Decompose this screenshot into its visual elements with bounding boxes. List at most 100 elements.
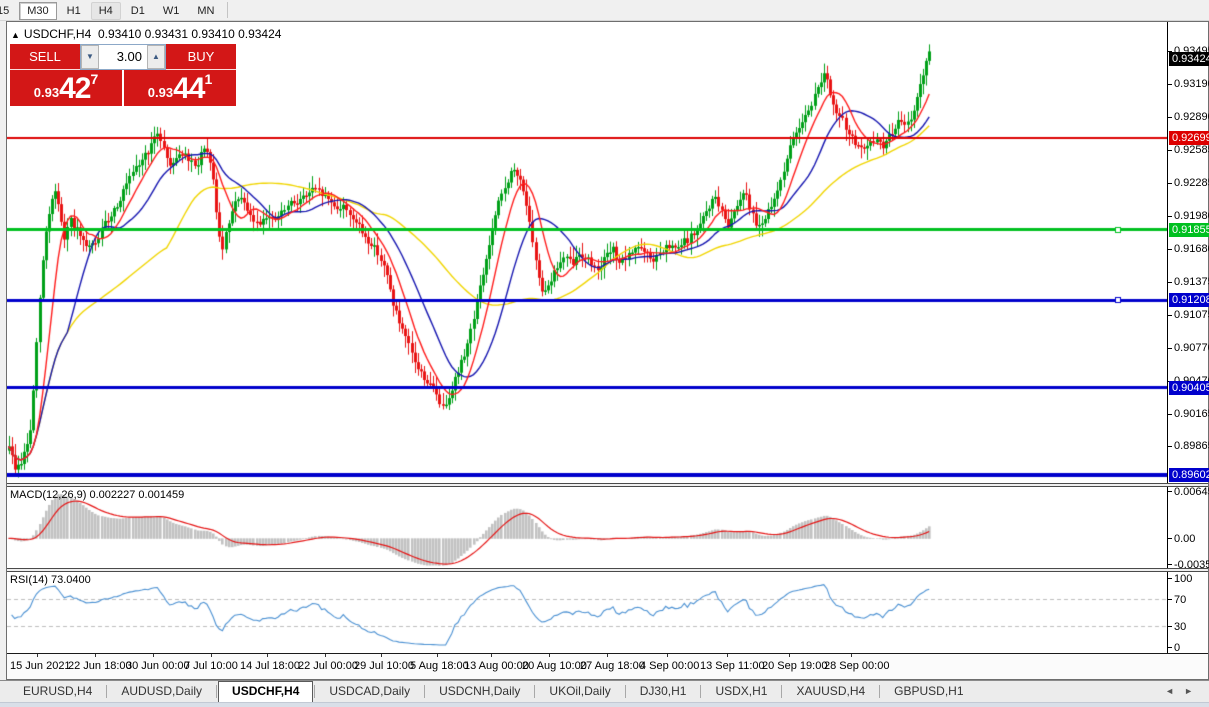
price-tick	[1168, 446, 1172, 447]
volume-increase-icon[interactable]: ▲	[147, 45, 165, 69]
collapse-arrow-icon[interactable]: ▲	[11, 30, 20, 40]
buy-price-point: 1	[204, 72, 212, 86]
macd-axis: 0.0064510.00-0.00350	[1167, 487, 1208, 568]
price-label: 0.90165	[1174, 408, 1209, 421]
main-chart-plot: ▲USDCHF,H4 0.93410 0.93431 0.93410 0.934…	[7, 22, 1167, 483]
rsi-plot: RSI(14) 73.0400	[7, 572, 1167, 653]
time-tick	[851, 654, 852, 657]
time-label: 15 Jun 2021	[10, 660, 71, 672]
macd-tick	[1168, 564, 1172, 565]
price-label: 0.89865	[1174, 440, 1209, 453]
time-label: 28 Sep 00:00	[824, 660, 889, 672]
buy-button[interactable]: BUY	[166, 44, 236, 70]
price-tick	[1168, 183, 1172, 184]
workspace: ▲USDCHF,H4 0.93410 0.93431 0.93410 0.934…	[0, 21, 1209, 680]
time-axis[interactable]: 15 Jun 202122 Jun 18:0030 Jun 00:007 Jul…	[7, 653, 1208, 679]
buy-price-display[interactable]: 0.93441	[124, 70, 236, 106]
tab-usdx[interactable]: USDX,H1	[702, 682, 780, 702]
time-label: 7 Jul 10:00	[184, 660, 238, 672]
buy-price-pips: 44	[173, 74, 204, 104]
price-tick	[1168, 117, 1172, 118]
macd-axis-label: 0.00	[1174, 533, 1195, 545]
tab-xauusd[interactable]: XAUUSD,H4	[783, 682, 878, 702]
rsi-axis-label: 70	[1174, 594, 1186, 606]
time-tick	[95, 654, 96, 657]
tab-gbpusd[interactable]: GBPUSD,H1	[881, 682, 976, 702]
time-tick	[267, 654, 268, 657]
time-tick	[789, 654, 790, 657]
price-tick	[1168, 282, 1172, 283]
price-label: 0.93190	[1174, 78, 1209, 91]
price-label: 0.91980	[1174, 210, 1209, 223]
price-label: 0.91680	[1174, 243, 1209, 256]
time-tick	[491, 654, 492, 657]
macd-plot: MACD(12,26,9) 0.002227 0.001459	[7, 487, 1167, 568]
volume-decrease-icon[interactable]: ▼	[81, 45, 99, 69]
price-tick	[1168, 216, 1172, 217]
time-label: 20 Sep 19:00	[762, 660, 827, 672]
rsi-canvas[interactable]	[7, 572, 1167, 653]
chart-title: ▲USDCHF,H4 0.93410 0.93431 0.93410 0.934…	[11, 27, 281, 41]
status-strip	[0, 702, 1209, 707]
tab-separator	[314, 685, 315, 698]
time-label: 29 Jul 10:00	[354, 660, 414, 672]
chart-tab-bar: EURUSD,H4AUDUSD,DailyUSDCHF,H4USDCAD,Dai…	[0, 680, 1209, 702]
timeframe-button-m30[interactable]: M30	[19, 2, 56, 20]
timeframe-button-h4[interactable]: H4	[91, 2, 121, 20]
tab-separator	[879, 685, 880, 698]
time-tick	[381, 654, 382, 657]
macd-tick	[1168, 538, 1172, 539]
current-price-label: 0.93424	[1169, 52, 1209, 66]
time-tick	[549, 654, 550, 657]
volume-spinner: ▼ 3.00 ▲	[80, 44, 166, 70]
tab-separator	[781, 685, 782, 698]
price-tick	[1168, 414, 1172, 415]
sell-price-pips: 42	[59, 74, 90, 104]
rsi-tick	[1168, 599, 1172, 600]
level-price-label: 0.91208	[1169, 293, 1209, 307]
timeframe-button-h1[interactable]: H1	[59, 2, 89, 20]
price-tick	[1168, 249, 1172, 250]
timeframe-button-w1[interactable]: W1	[155, 2, 188, 20]
tab-ukoil[interactable]: UKOil,Daily	[536, 682, 623, 702]
time-tick	[727, 654, 728, 657]
rsi-axis: 10070300	[1167, 572, 1208, 653]
rsi-tick	[1168, 626, 1172, 627]
time-label: 22 Jun 18:00	[68, 660, 132, 672]
time-tick	[37, 654, 38, 657]
tab-eurusd[interactable]: EURUSD,H4	[10, 682, 105, 702]
tab-dj30[interactable]: DJ30,H1	[627, 682, 700, 702]
time-label: 30 Jun 00:00	[126, 660, 190, 672]
tab-scroll-arrows[interactable]: ◄►	[1165, 686, 1203, 696]
rsi-label: RSI(14) 73.0400	[10, 574, 91, 586]
level-price-label: 0.91855	[1169, 223, 1209, 237]
price-label: 0.92890	[1174, 111, 1209, 124]
tab-usdcnh[interactable]: USDCNH,Daily	[426, 682, 533, 702]
toolbar-separator	[227, 2, 228, 18]
timeframe-button-15[interactable]: 15	[0, 2, 17, 20]
sell-price-base: 0.93	[34, 82, 59, 104]
time-label: 14 Jul 18:00	[240, 660, 300, 672]
price-tick	[1168, 84, 1172, 85]
rsi-axis-label: 30	[1174, 621, 1186, 633]
price-axis[interactable]: 0.934950.934240.931900.928900.926990.925…	[1167, 22, 1208, 483]
macd-tick	[1168, 491, 1172, 492]
time-tick	[211, 654, 212, 657]
sell-price-display[interactable]: 0.93427	[10, 70, 122, 106]
time-tick	[437, 654, 438, 657]
sell-button[interactable]: SELL	[10, 44, 80, 70]
price-label: 0.92585	[1174, 144, 1209, 157]
tab-usdcad[interactable]: USDCAD,Daily	[316, 682, 423, 702]
price-label: 0.92285	[1174, 177, 1209, 190]
trading-terminal: 15M30H1H4D1W1MN ▲USDCHF,H4 0.93410 0.934…	[0, 0, 1209, 707]
tab-audusd[interactable]: AUDUSD,Daily	[108, 682, 215, 702]
level-price-label: 0.92699	[1169, 131, 1209, 145]
volume-field[interactable]: 3.00	[99, 45, 147, 69]
timeframe-button-mn[interactable]: MN	[189, 2, 222, 20]
timeframe-button-d1[interactable]: D1	[123, 2, 153, 20]
time-tick	[607, 654, 608, 657]
level-price-label: 0.90405	[1169, 381, 1209, 395]
tab-usdchf[interactable]: USDCHF,H4	[218, 681, 313, 702]
rsi-axis-label: 100	[1174, 573, 1192, 585]
chart-ohlc: 0.93410 0.93431 0.93410 0.93424	[98, 27, 282, 41]
